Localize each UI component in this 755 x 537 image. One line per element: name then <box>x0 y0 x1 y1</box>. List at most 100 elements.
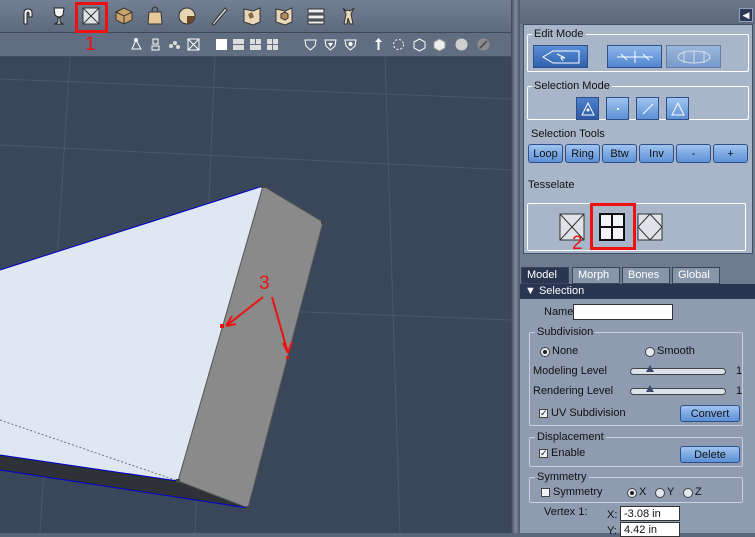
displacement-group: Displacement ✓ Enable Delete <box>529 431 743 467</box>
rotate-icon[interactable] <box>391 37 406 52</box>
panel-header: ◀ <box>520 0 755 24</box>
axis-y-label: Y <box>667 486 675 498</box>
polygon-select-button[interactable] <box>576 97 599 120</box>
edit-mode-title: Edit Mode <box>534 28 584 40</box>
four-view-icon[interactable] <box>265 37 280 52</box>
modeling-level-thumb[interactable] <box>646 365 654 372</box>
annotation-number-3: 3 <box>259 273 270 294</box>
enable-label: Enable <box>551 447 586 459</box>
displacement-title: Displacement <box>535 431 606 443</box>
grid-align-icon[interactable] <box>304 4 328 28</box>
disclosure-triangle-icon: ▼ <box>525 285 536 297</box>
figure-icon[interactable] <box>336 4 360 28</box>
knife-icon[interactable] <box>207 4 231 28</box>
select-mode-icon <box>541 50 579 63</box>
panel-divider[interactable] <box>511 0 520 533</box>
rendering-level-slider[interactable] <box>630 385 726 395</box>
axis-z-label: Z <box>695 486 702 498</box>
three-view-icon[interactable] <box>248 37 263 52</box>
axis-x-label: X <box>639 486 647 498</box>
delete-button[interactable]: Delete <box>680 446 740 463</box>
3d-viewport[interactable] <box>0 57 511 533</box>
selection-header-label: Selection <box>538 285 585 297</box>
smooth-radio[interactable] <box>645 347 655 357</box>
invert-button[interactable]: Inv <box>639 144 674 163</box>
model-properties: ▼ Selection Name Subdivision None Smooth… <box>520 284 755 537</box>
vertex-x-field[interactable] <box>620 506 680 521</box>
between-button[interactable]: Btw <box>602 144 637 163</box>
modeling-level-slider[interactable] <box>630 365 726 375</box>
tesselate-diamond-button[interactable] <box>636 212 664 242</box>
light-icon[interactable] <box>148 37 163 52</box>
enable-checkbox[interactable]: ✓ <box>539 449 548 458</box>
move-icon[interactable] <box>371 37 386 52</box>
edge-select-icon <box>642 103 653 114</box>
annotation-number-1: 1 <box>85 34 96 55</box>
annotation-box-1 <box>75 2 108 33</box>
uv-subdivision-checkbox[interactable]: ✓ <box>539 409 548 418</box>
morph-mode-button[interactable] <box>666 45 721 68</box>
bag-icon[interactable] <box>143 4 167 28</box>
view-toolbar <box>0 33 511 57</box>
origin-icon[interactable] <box>186 37 201 52</box>
cube-icon[interactable] <box>112 4 136 28</box>
shield-a-icon[interactable] <box>303 37 318 52</box>
trophy-icon[interactable] <box>47 4 71 28</box>
subdivision-group: Subdivision None Smooth Modeling Level 1… <box>529 326 743 426</box>
camera-axis-icon[interactable] <box>129 37 144 52</box>
tab-model[interactable]: Model <box>521 267 569 284</box>
transform-mode-icon <box>616 50 653 63</box>
axis-y-radio[interactable] <box>655 488 665 498</box>
map-cube-icon[interactable] <box>272 4 296 28</box>
shrink-button[interactable]: - <box>676 144 711 163</box>
single-view-icon[interactable] <box>214 37 229 52</box>
transform-mode-button[interactable] <box>607 45 662 68</box>
box-shade-icon[interactable] <box>412 37 427 52</box>
axis-x-radio[interactable] <box>627 488 637 498</box>
group-icon[interactable] <box>167 37 182 52</box>
name-field[interactable] <box>573 304 673 320</box>
tab-morph[interactable]: Morph <box>572 267 620 284</box>
rendering-level-thumb[interactable] <box>646 385 654 392</box>
vertex-select-button[interactable] <box>606 97 629 120</box>
loop-button[interactable]: Loop <box>528 144 563 163</box>
shield-c-icon[interactable] <box>343 37 358 52</box>
select-mode-button[interactable] <box>533 45 588 68</box>
convert-button[interactable]: Convert <box>680 405 740 422</box>
symmetry-title: Symmetry <box>535 471 589 483</box>
vertex-y-field[interactable] <box>620 522 680 537</box>
morph-mode-icon <box>677 50 710 63</box>
none-radio[interactable] <box>540 347 550 357</box>
symmetry-group: Symmetry Symmetry X Y Z <box>529 471 743 503</box>
property-tabs: Model Morph Bones Global <box>520 267 755 284</box>
annotation-number-2: 2 <box>572 233 583 254</box>
none-label: None <box>552 345 579 357</box>
selection-mode-title: Selection Mode <box>534 80 610 92</box>
edit-mode-group: Edit Mode <box>527 28 749 72</box>
cube-shade-icon[interactable] <box>432 37 447 52</box>
tab-global[interactable]: Global <box>672 267 720 284</box>
map-flag-icon[interactable] <box>240 4 264 28</box>
sphere-dark-icon[interactable] <box>476 37 491 52</box>
sphere-gray-icon[interactable] <box>454 37 469 52</box>
two-view-icon[interactable] <box>231 37 246 52</box>
selection-mode-group: Selection Mode <box>527 80 749 120</box>
vertex-select-icon <box>616 107 619 110</box>
y-field-label: Y: <box>607 525 617 537</box>
ring-button[interactable]: Ring <box>565 144 600 163</box>
face-select-button[interactable] <box>666 97 689 120</box>
shield-b-icon[interactable] <box>323 37 338 52</box>
grow-button[interactable]: + <box>713 144 748 163</box>
sphere-icon[interactable] <box>175 4 199 28</box>
symmetry-checkbox[interactable] <box>541 488 550 497</box>
vertex1-label: Vertex 1: <box>544 506 588 518</box>
selection-header[interactable]: ▼ Selection <box>520 284 755 299</box>
collapse-panel-icon[interactable]: ◀ <box>739 8 753 22</box>
annotation-box-2 <box>590 203 636 250</box>
modeling-level-value: 1 <box>736 365 743 377</box>
cursor-hand-icon[interactable] <box>15 4 39 28</box>
tab-bones[interactable]: Bones <box>622 267 670 284</box>
selection-tools-title: Selection Tools <box>531 128 605 140</box>
edge-select-button[interactable] <box>636 97 659 120</box>
axis-z-radio[interactable] <box>683 488 693 498</box>
